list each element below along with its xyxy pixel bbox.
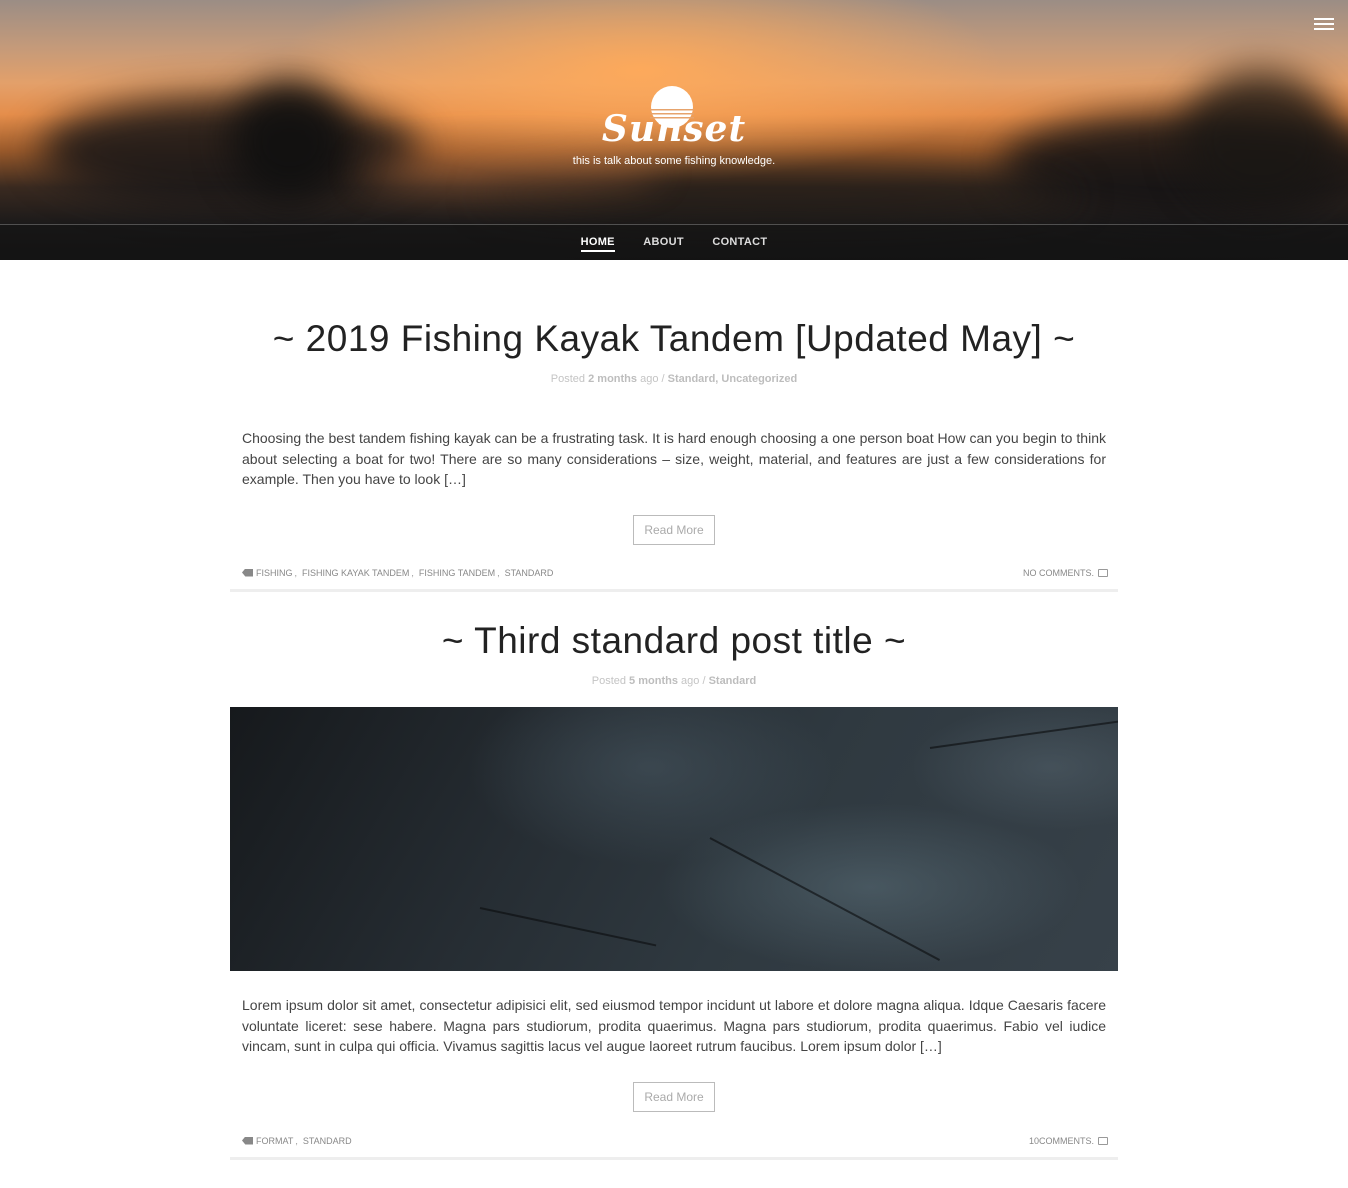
post-excerpt: Lorem ipsum dolor sit amet, consectetur … <box>242 997 1106 1054</box>
post-meta: Posted 5 months ago / Standard <box>230 675 1118 687</box>
hamburger-icon[interactable] <box>1314 18 1334 34</box>
post-footer: FORMAT, STANDARD 10COMMENTS. <box>230 1136 1118 1160</box>
nav-item-contact[interactable]: CONTACT <box>712 225 767 248</box>
header-hero: Sunset this is talk about some fishing k… <box>0 0 1348 260</box>
post-featured-image[interactable] <box>230 707 1118 971</box>
meta-categories[interactable]: Standard, Uncategorized <box>668 373 798 385</box>
post-meta: Posted 2 months ago / Standard, Uncatego… <box>230 373 1118 385</box>
read-more-button[interactable]: Read More <box>633 514 715 545</box>
post-tags: FISHING, FISHING KAYAK TANDEM, FISHING TAN… <box>242 568 553 578</box>
nav-item-home[interactable]: HOME <box>580 225 615 252</box>
comment-icon <box>1098 568 1108 577</box>
comment-icon <box>1098 1136 1108 1145</box>
meta-separator: / <box>661 373 665 385</box>
post-title[interactable]: ~ 2019 Fishing Kayak Tandem [Updated May… <box>230 318 1118 360</box>
post-tags: FORMAT, STANDARD <box>242 1136 352 1146</box>
tag-link[interactable]: FISHING TANDEM <box>419 568 495 578</box>
site-tagline: this is talk about some fishing knowledg… <box>572 155 776 167</box>
post-title[interactable]: ~ Third standard post title ~ <box>230 620 1118 662</box>
post-excerpt: Choosing the best tandem fishing kayak c… <box>242 430 1106 487</box>
meta-ago: ago <box>640 373 659 385</box>
meta-posted-label: Posted <box>550 373 586 385</box>
tag-link[interactable]: STANDARD <box>505 568 554 578</box>
post-article: ~ Third standard post title ~ Posted 5 m… <box>230 620 1118 1160</box>
nav-item-about[interactable]: ABOUT <box>643 225 684 248</box>
comments-link[interactable]: NO COMMENTS. <box>1023 568 1094 578</box>
meta-time: 5 months <box>629 675 678 687</box>
meta-separator: / <box>702 675 706 687</box>
site-logo[interactable]: Sunset <box>0 108 1348 150</box>
tag-icon <box>242 1136 253 1145</box>
meta-posted-label: Posted <box>591 675 626 687</box>
post-footer: FISHING, FISHING KAYAK TANDEM, FISHING TAN… <box>230 568 1118 592</box>
tag-link[interactable]: FISHING KAYAK TANDEM <box>302 568 409 578</box>
comments-link[interactable]: 10COMMENTS. <box>1029 1136 1094 1146</box>
comments-count[interactable]: NO COMMENTS. <box>1023 568 1108 578</box>
read-more-button[interactable]: Read More <box>633 1081 715 1112</box>
meta-time: 2 months <box>588 373 638 385</box>
tag-link[interactable]: STANDARD <box>303 1136 352 1146</box>
main-nav: HOME ABOUT CONTACT <box>0 224 1348 260</box>
tag-link[interactable]: FORMAT <box>256 1136 293 1146</box>
tag-link[interactable]: FISHING <box>256 568 293 578</box>
meta-ago: ago <box>681 675 700 687</box>
meta-categories[interactable]: Standard <box>709 675 757 687</box>
post-article: ~ 2019 Fishing Kayak Tandem [Updated May… <box>230 318 1118 592</box>
comments-count[interactable]: 10COMMENTS. <box>1029 1136 1108 1146</box>
tag-icon <box>242 568 253 577</box>
